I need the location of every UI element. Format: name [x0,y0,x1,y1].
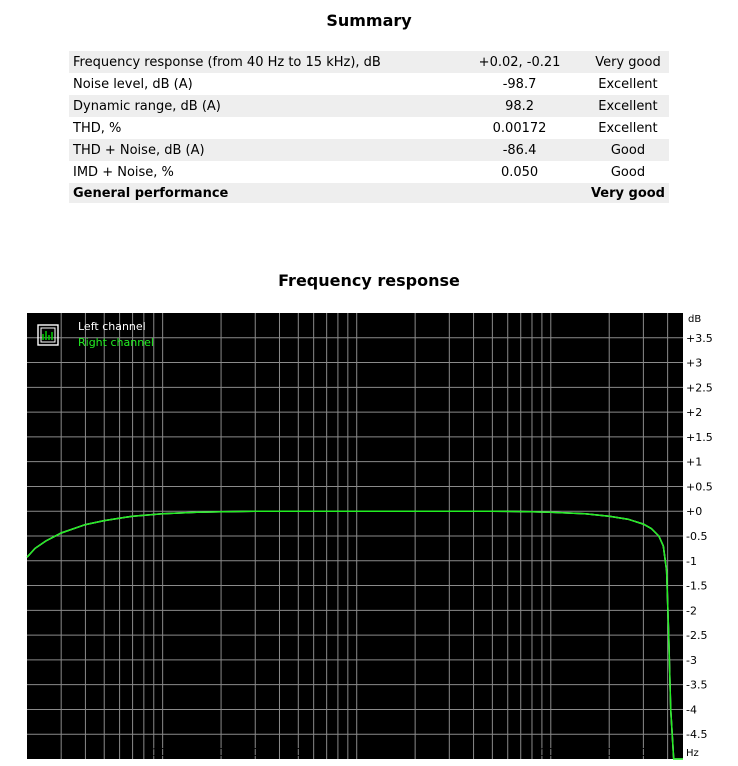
row-rating: Good [586,161,669,183]
y-tick-label: +1.5 [686,431,713,444]
y-tick-label: -3.5 [686,679,707,692]
total-row: General performance Very good [69,183,669,203]
x-tick-label: 3K [442,746,457,759]
row-label: THD, % [69,117,453,139]
x-tick-label: 100 [152,746,173,759]
table-row: Dynamic range, dB (A) 98.2 Excellent [69,95,669,117]
y-tick-label: -1.5 [686,580,707,593]
row-rating: Excellent [586,73,669,95]
row-value: 98.2 [452,95,587,117]
row-value: 0.00172 [452,117,587,139]
row-rating: Excellent [586,95,669,117]
row-label: THD + Noise, dB (A) [69,139,453,161]
x-tick-label: 20K [599,746,621,759]
table-row: IMD + Noise, % 0.050 Good [69,161,669,183]
row-label: IMD + Noise, % [69,161,453,183]
total-rating: Very good [586,183,669,203]
y-tick-label: -2 [686,604,697,617]
y-tick-label: +3.5 [686,332,713,345]
row-value: -86.4 [452,139,587,161]
chart-title: Frequency response [278,271,460,290]
y-tick-label: +2 [686,406,702,419]
row-value: +0.02, -0.21 [452,51,587,73]
table-row: THD, % 0.00172 Excellent [69,117,669,139]
row-rating: Good [586,139,669,161]
x-tick-label: 30 [54,746,68,759]
row-rating: Very good [586,51,669,73]
x-tick-label: 2K [408,746,423,759]
row-value: -98.7 [452,73,587,95]
x-tick-label: 50 [97,746,111,759]
table-row: Frequency response (from 40 Hz to 15 kHz… [69,51,669,73]
y-tick-label: -4.5 [686,728,707,741]
x-unit-label: Hz [686,748,699,759]
y-tick-label: -0.5 [686,530,707,543]
row-label: Frequency response (from 40 Hz to 15 kHz… [69,51,453,73]
total-label: General performance [69,183,453,203]
row-value: 0.050 [452,161,587,183]
y-tick-label: +0.5 [686,480,713,493]
row-rating: Excellent [586,117,669,139]
y-unit-label: dB [688,314,701,325]
row-label: Noise level, dB (A) [69,73,453,95]
legend-right-channel: Right channel [78,336,154,349]
summary-table: Frequency response (from 40 Hz to 15 kHz… [69,51,669,203]
y-tick-label: -1 [686,555,697,568]
y-tick-label: +0 [686,505,702,518]
table-row: Noise level, dB (A) -98.7 Excellent [69,73,669,95]
x-tick-label: 500 [288,746,309,759]
x-tick-label: 300 [245,746,266,759]
table-row: THD + Noise, dB (A) -86.4 Good [69,139,669,161]
x-tick-label: 10K [540,746,562,759]
y-tick-label: -3 [686,654,697,667]
y-tick-label: +3 [686,357,702,370]
summary-title: Summary [326,11,412,30]
y-tick-label: +1 [686,456,702,469]
legend-left-channel: Left channel [78,320,146,333]
x-tick-label: 5K [485,746,500,759]
y-tick-label: +2.5 [686,381,713,394]
y-tick-label: -4 [686,703,697,716]
total-value-empty [452,183,587,203]
x-tick-label: 200 [211,746,232,759]
y-tick-label: -2.5 [686,629,707,642]
x-tick-label: 30K [633,746,655,759]
row-label: Dynamic range, dB (A) [69,95,453,117]
x-tick-label: 1K [350,746,365,759]
frequency-response-chart: Left channel Right channel +3.5 +3 +2.5 +2 +… [24,310,714,764]
